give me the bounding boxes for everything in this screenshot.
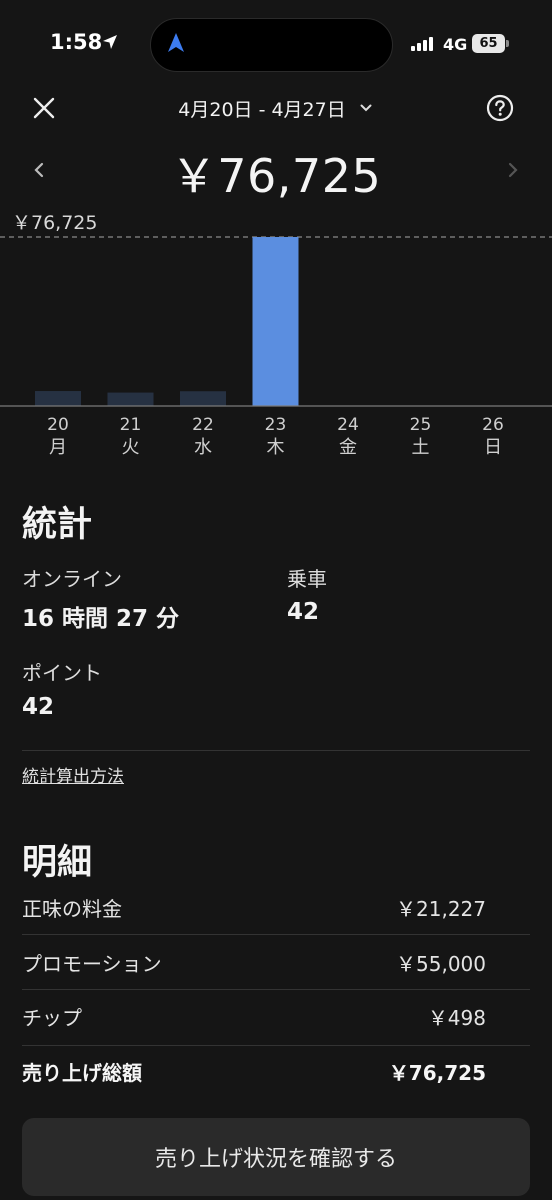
next-week-button[interactable] [500, 152, 526, 188]
daily-earnings-chart: 20月 21火 22水 23木 24金 25土 26日 [0, 236, 552, 458]
x-tick-day: 21 [120, 415, 142, 435]
divider [22, 989, 530, 990]
chevron-down-icon [360, 104, 372, 112]
x-tick-weekday: 金 [339, 437, 357, 458]
x-tick-day: 25 [410, 415, 432, 435]
dynamic-island [150, 18, 393, 72]
signal-icon [411, 37, 433, 51]
breakdown-label: チップ [22, 1005, 82, 1030]
breakdown-value: ￥498 [427, 1005, 486, 1030]
view-earnings-button[interactable]: 売り上げ状況を確認する [22, 1118, 530, 1196]
chevron-right-icon [508, 162, 518, 178]
stat-label-rides: 乗車 [287, 567, 327, 591]
chart-bar-22[interactable] [180, 391, 226, 406]
close-icon [33, 97, 55, 119]
battery-icon: 65 [472, 34, 505, 53]
close-button[interactable] [28, 92, 60, 124]
breakdown-row-net-fare: 正味の料金 ￥21,227 [22, 892, 486, 922]
status-bar: 1:58 4G 65 [0, 0, 552, 90]
status-time: 1:58 [50, 30, 103, 54]
chart-bar-21[interactable] [107, 392, 154, 406]
breakdown-value: ￥21,227 [396, 896, 486, 921]
breakdown-label: プロモーション [22, 951, 162, 976]
stat-label-online: オンライン [22, 567, 122, 591]
x-tick-day: 24 [337, 415, 359, 435]
breakdown-value: ￥55,000 [396, 951, 486, 976]
earnings-screen: 1:58 4G 65 4月20日 - 4月27日 ￥76,725 ￥76,725… [0, 0, 552, 1200]
breakdown-row-promotion: プロモーション ￥55,000 [22, 947, 486, 977]
location-arrow-icon [103, 35, 117, 49]
x-tick-day: 26 [482, 415, 504, 435]
divider [22, 934, 530, 935]
x-tick-day: 20 [47, 415, 69, 435]
x-tick-weekday: 日 [484, 437, 502, 458]
x-tick-day: 23 [265, 415, 287, 435]
x-tick-weekday: 水 [194, 437, 212, 458]
battery-nub [506, 40, 509, 47]
x-tick-weekday: 火 [122, 437, 140, 458]
chart-bar-20[interactable] [35, 391, 81, 406]
stat-value-online: 16 時間 27 分 [22, 606, 180, 632]
date-range-selector[interactable]: 4月20日 - 4月27日 [150, 92, 400, 124]
breakdown-row-total: 売り上げ総額 ￥76,725 [22, 1056, 486, 1086]
battery-level: 65 [479, 36, 498, 51]
navigation-arrow-icon [168, 33, 184, 52]
help-button[interactable] [484, 92, 516, 124]
stat-value-rides: 42 [287, 599, 320, 625]
chart-bar-23[interactable] [252, 237, 299, 406]
divider [22, 750, 530, 751]
stat-label-points: ポイント [22, 661, 102, 685]
total-earnings: ￥76,725 [170, 149, 382, 203]
stat-value-points: 42 [22, 694, 55, 720]
stats-calculation-link[interactable]: 統計算出方法 [22, 762, 124, 787]
breakdown-label: 正味の料金 [22, 896, 122, 921]
network-type: 4G [443, 35, 468, 54]
help-icon [486, 94, 514, 122]
x-tick-weekday: 土 [412, 437, 430, 458]
breakdown-label: 売り上げ総額 [22, 1060, 142, 1085]
breakdown-row-tip: チップ ￥498 [22, 1001, 486, 1031]
x-tick-weekday: 月 [49, 437, 67, 458]
date-range-label: 4月20日 - 4月27日 [178, 98, 346, 121]
x-tick-weekday: 木 [267, 437, 285, 458]
breakdown-value: ￥76,725 [388, 1060, 486, 1085]
breakdown-title: 明細 [22, 843, 93, 883]
divider [22, 1045, 530, 1046]
stats-title: 統計 [22, 505, 93, 545]
x-tick-day: 22 [192, 415, 214, 435]
